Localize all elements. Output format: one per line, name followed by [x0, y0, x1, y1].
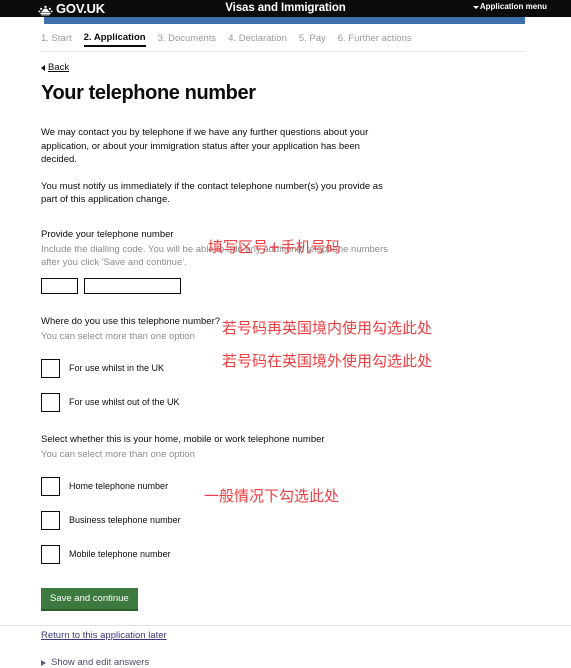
accent-bar [44, 17, 525, 24]
application-menu-label: Application menu [479, 2, 547, 11]
telephone-input-row [41, 277, 525, 294]
application-menu-button[interactable]: Application menu [472, 2, 547, 11]
return-later-link[interactable]: Return to this application later [41, 630, 525, 641]
number-type-hint: You can select more than one option [41, 448, 195, 460]
page-body: 1. Start 2. Application 3. Documents 4. … [0, 24, 571, 668]
checkbox-row-out-uk[interactable]: For use whilst out of the UK [41, 392, 525, 412]
step-application[interactable]: 2. Application [83, 31, 146, 47]
page-title: Your telephone number [41, 82, 256, 104]
annotation-in-uk: 若号码再英国境内使用勾选此处 [222, 319, 433, 337]
step-pay[interactable]: 5. Pay [299, 32, 326, 47]
checkbox-out-uk[interactable] [41, 392, 60, 412]
checkbox-in-uk[interactable] [41, 358, 60, 378]
step-further-actions[interactable]: 6. Further actions [338, 32, 412, 47]
checkbox-row-business[interactable]: Business telephone number [41, 510, 525, 530]
step-start[interactable]: 1. Start [41, 32, 72, 47]
chevron-left-icon [41, 64, 45, 71]
intro-paragraph-1: We may contact you by telephone if we ha… [41, 127, 369, 165]
checkbox-home[interactable] [41, 476, 60, 496]
checkbox-label-mobile[interactable]: Mobile telephone number [69, 549, 171, 559]
chevron-down-icon [472, 5, 479, 9]
back-link-row[interactable]: Back [41, 62, 525, 73]
save-and-continue-button[interactable]: Save and continue [41, 587, 138, 611]
step-documents[interactable]: 3. Documents [158, 32, 217, 47]
checkbox-label-out-uk[interactable]: For use whilst out of the UK [69, 397, 180, 407]
triangle-right-icon [41, 659, 46, 666]
intro-paragraph-2: You must notify us immediately if the co… [41, 180, 383, 206]
telephone-number-input[interactable] [84, 277, 181, 294]
checkbox-label-in-uk[interactable]: For use whilst in the UK [69, 363, 164, 373]
step-declaration[interactable]: 4. Declaration [228, 32, 287, 47]
progress-steps: 1. Start 2. Application 3. Documents 4. … [41, 24, 525, 52]
number-type-label: Select whether this is your home, mobile… [41, 433, 325, 445]
annotation-mobile: 一般情况下勾选此处 [204, 487, 340, 505]
checkbox-label-business[interactable]: Business telephone number [69, 515, 181, 525]
checkbox-row-mobile[interactable]: Mobile telephone number [41, 544, 525, 564]
show-and-edit-answers-toggle[interactable]: Show and edit answers [41, 657, 525, 668]
checkbox-label-home[interactable]: Home telephone number [69, 481, 168, 491]
site-header: GOV.UK Visas and Immigration Application… [0, 0, 571, 17]
checkbox-business[interactable] [41, 510, 60, 530]
footer-divider [0, 625, 571, 626]
annotation-out-uk: 若号码在英国境外使用勾选此处 [222, 352, 433, 370]
annotation-phone-fields: 填写区号+手机号码 [208, 238, 341, 256]
show-and-edit-answers-label[interactable]: Show and edit answers [51, 657, 149, 668]
back-link[interactable]: Back [48, 62, 69, 73]
dialling-code-input[interactable] [41, 277, 78, 294]
checkbox-mobile[interactable] [41, 544, 60, 564]
